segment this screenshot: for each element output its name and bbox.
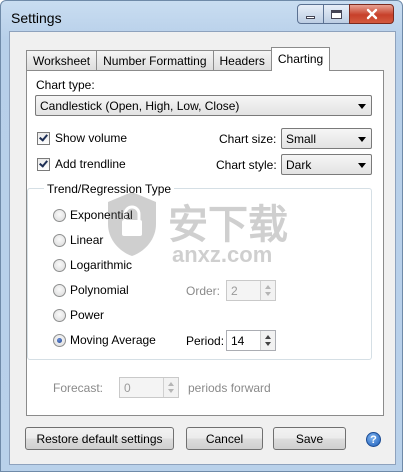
period-spinner[interactable]: 14 [226,330,276,351]
forecast-value: 0 [124,381,131,395]
chart-style-label: Chart style: [216,158,277,172]
radio-exponential-label: Exponential [70,208,133,222]
radio-polynomial-label: Polynomial [70,283,129,297]
save-button[interactable]: Save [273,427,346,450]
close-icon [366,8,377,20]
radio-linear[interactable] [53,234,66,247]
add-trendline-label: Add trendline [55,157,126,171]
tab-charting[interactable]: Charting [270,47,331,71]
forecast-spin-buttons[interactable] [163,378,178,397]
restore-defaults-button[interactable]: Restore default settings [25,427,174,450]
period-value: 14 [231,334,245,348]
spin-down-icon [265,342,271,346]
order-label: Order: [186,284,221,298]
spin-up-icon [265,285,271,289]
tab-number-formatting[interactable]: Number Formatting [96,50,214,71]
radio-moving-average-label: Moving Average [70,333,156,347]
spin-down-icon [168,389,174,393]
radio-moving-average[interactable] [53,334,66,347]
caption-buttons [297,4,394,24]
minimize-icon [306,16,315,19]
trend-group-legend: Trend/Regression Type [44,182,175,196]
radio-exponential[interactable] [53,209,66,222]
radio-linear-label: Linear [70,233,104,247]
chart-style-value: Dark [286,158,312,172]
chart-style-select[interactable]: Dark [281,154,372,175]
cancel-button[interactable]: Cancel [186,427,263,450]
checkmark-icon [39,132,48,142]
chart-size-value: Small [286,132,317,146]
minimize-button[interactable] [297,4,324,24]
chevron-down-icon [358,163,366,168]
chart-type-label: Chart type: [36,78,95,92]
period-spin-buttons[interactable] [260,331,275,350]
radio-selected-dot [57,338,62,343]
maximize-icon [331,9,342,19]
tab-headers[interactable]: Headers [212,50,272,71]
order-spin-buttons[interactable] [260,281,275,300]
forecast-spinner[interactable]: 0 [119,377,179,398]
radio-logarithmic[interactable] [53,259,66,272]
order-value: 2 [231,284,238,298]
forecast-suffix: periods forward [188,381,271,395]
radio-power-label: Power [70,308,105,322]
radio-power[interactable] [53,309,66,322]
show-volume-label: Show volume [55,131,128,145]
spin-down-icon [265,292,271,296]
chart-size-select[interactable]: Small [281,128,372,149]
chart-size-label: Chart size: [219,132,277,146]
window-title: Settings [11,10,62,26]
checkmark-icon [39,158,48,168]
close-button[interactable] [349,4,394,24]
show-volume-checkbox[interactable] [37,132,50,145]
maximize-button[interactable] [323,4,350,24]
radio-polynomial[interactable] [53,284,66,297]
tab-strip: Worksheet Number Formatting Headers Char… [26,47,331,71]
radio-logarithmic-label: Logarithmic [70,258,133,272]
add-trendline-checkbox[interactable] [37,158,50,171]
spin-up-icon [265,335,271,339]
order-spinner[interactable]: 2 [226,280,276,301]
chevron-down-icon [358,137,366,142]
forecast-label: Forecast: [53,381,104,395]
tab-worksheet[interactable]: Worksheet [26,50,98,71]
chevron-down-icon [358,104,366,109]
spin-up-icon [168,382,174,386]
chart-type-select[interactable]: Candlestick (Open, High, Low, Close) [35,95,372,116]
period-label: Period: [186,334,225,348]
help-icon[interactable]: ? [366,432,381,447]
chart-type-value: Candlestick (Open, High, Low, Close) [40,99,240,113]
